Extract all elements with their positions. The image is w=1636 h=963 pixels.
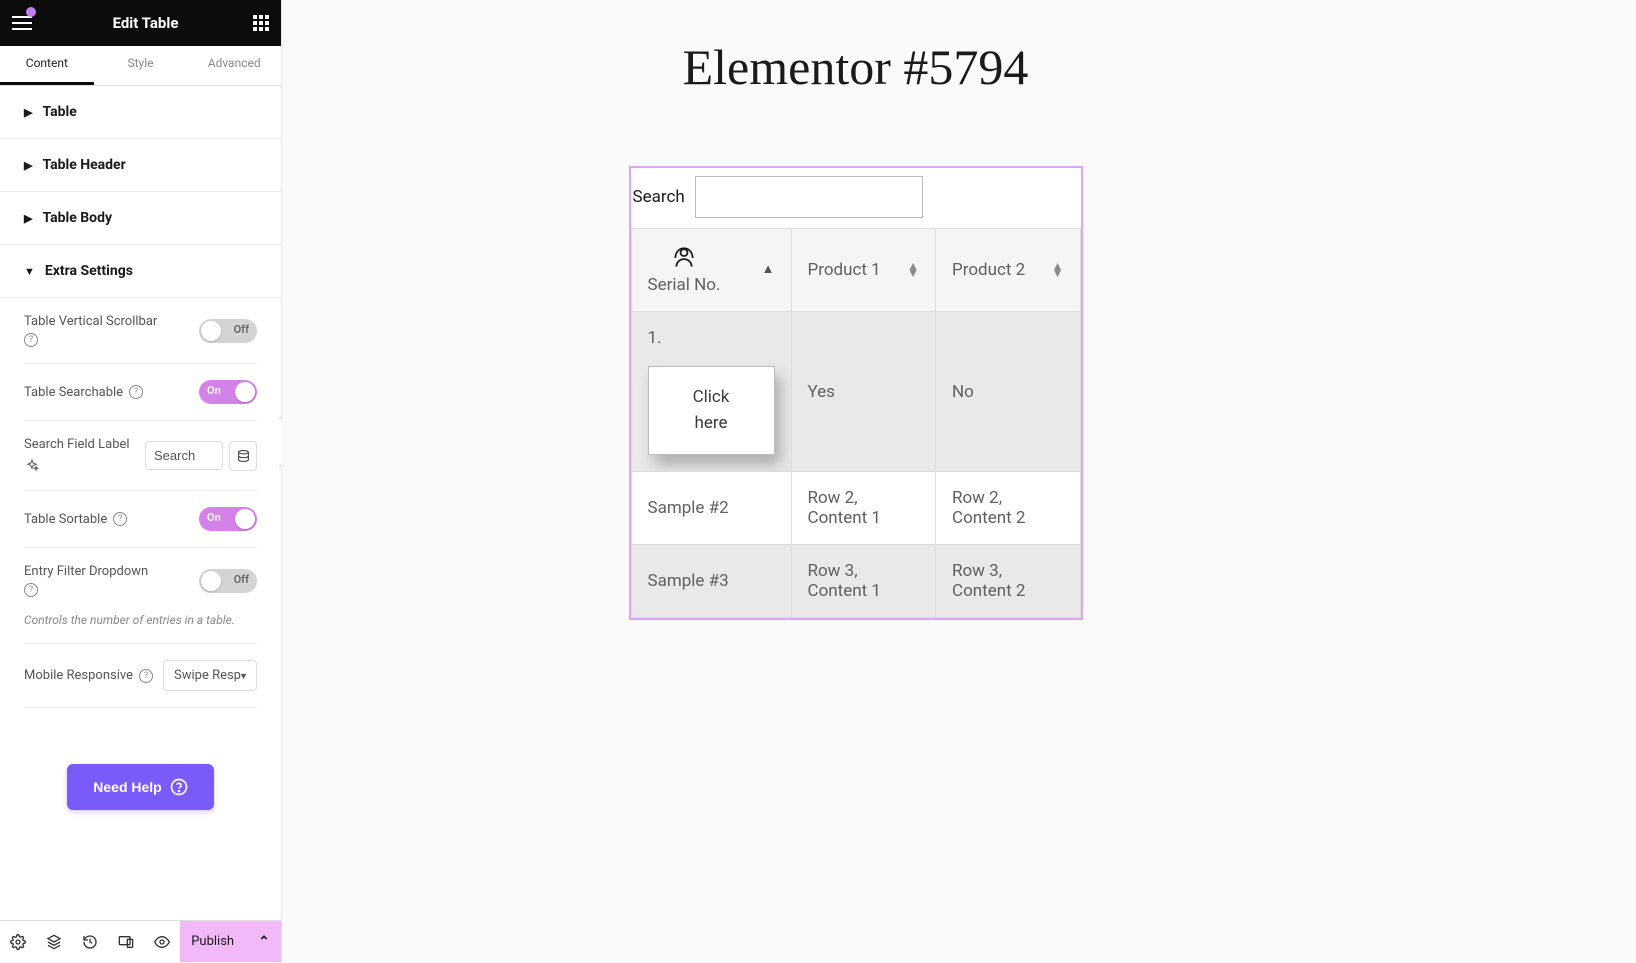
section-label: Table Body — [42, 210, 112, 226]
section-extra-settings[interactable]: ▼ Extra Settings — [0, 245, 281, 298]
chevron-up-icon: ⌃ — [258, 934, 270, 950]
toggle-sortable[interactable]: On — [199, 507, 257, 531]
menu-button[interactable] — [12, 10, 38, 36]
control-label: Table Searchable — [24, 385, 123, 400]
table-row: 1. Click here Yes No — [631, 312, 1080, 472]
control-label: Mobile Responsive — [24, 668, 133, 683]
section-label: Extra Settings — [45, 263, 133, 279]
dynamic-tags-button[interactable] — [229, 441, 257, 471]
control-hint: Controls the number of entries in a tabl… — [24, 613, 257, 644]
header-label: Serial No. — [648, 275, 721, 295]
user-icon — [671, 245, 697, 271]
table-widget[interactable]: Search Serial No. ▲ — [629, 166, 1083, 620]
section-label: Table Header — [42, 157, 125, 173]
column-header-serial[interactable]: Serial No. ▲ — [631, 229, 791, 312]
control-label: Table Sortable — [24, 512, 107, 527]
column-header-product2[interactable]: Product 2 ▲▼ — [936, 229, 1081, 312]
panel-title: Edit Table — [113, 14, 179, 32]
section-label: Table — [42, 104, 76, 120]
toggle-knob — [235, 509, 255, 529]
toggle-searchable[interactable]: On — [199, 380, 257, 404]
caret-right-icon: ▶ — [24, 159, 32, 172]
tab-style[interactable]: Style — [94, 46, 188, 85]
header-label: Product 1 — [808, 260, 881, 280]
help-icon[interactable]: ? — [129, 385, 143, 399]
toggle-state: Off — [234, 323, 249, 336]
cell-text: 1. — [648, 328, 775, 348]
widgets-grid-button[interactable] — [253, 15, 269, 31]
click-here-button[interactable]: Click here — [648, 366, 775, 455]
publish-button[interactable]: Publish ⌃ — [180, 921, 281, 962]
toggle-state: Off — [234, 573, 249, 586]
caret-down-icon: ▼ — [24, 265, 35, 278]
help-icon[interactable]: ? — [139, 669, 153, 683]
button-label: Need Help — [93, 779, 161, 795]
mobile-responsive-select[interactable]: Swipe Resp — [163, 660, 257, 691]
caret-right-icon: ▶ — [24, 106, 32, 119]
section-table-header[interactable]: ▶ Table Header — [0, 139, 281, 192]
tab-advanced[interactable]: Advanced — [187, 46, 281, 85]
section-table[interactable]: ▶ Table — [0, 86, 281, 139]
help-circle-icon — [170, 778, 188, 796]
sort-icon: ▲▼ — [907, 263, 919, 277]
table-row: Sample #2 Row 2, Content 1 Row 2, Conten… — [631, 472, 1080, 545]
toggle-knob — [201, 321, 221, 341]
page-title: Elementor #5794 — [282, 38, 1429, 96]
help-icon[interactable]: ? — [24, 583, 38, 597]
control-label: Entry Filter Dropdown — [24, 564, 148, 579]
cell-text: Sample #3 — [631, 545, 791, 618]
toggle-entry-filter[interactable]: Off — [199, 569, 257, 593]
cell-text: Row 3, Content 1 — [791, 545, 936, 618]
control-label: Table Vertical Scrollbar — [24, 314, 157, 329]
responsive-button[interactable] — [108, 921, 144, 963]
section-table-body[interactable]: ▶ Table Body — [0, 192, 281, 245]
cell-text: No — [936, 312, 1081, 472]
table-row: Sample #3 Row 3, Content 1 Row 3, Conten… — [631, 545, 1080, 618]
need-help-button[interactable]: Need Help — [67, 764, 213, 810]
sort-icon: ▲▼ — [1052, 263, 1064, 277]
column-header-product1[interactable]: Product 1 ▲▼ — [791, 229, 936, 312]
select-value: Swipe Resp — [174, 668, 241, 683]
help-icon[interactable]: ? — [24, 333, 38, 347]
cell-text: Row 3, Content 2 — [936, 545, 1081, 618]
header-label: Product 2 — [952, 260, 1025, 280]
history-button[interactable] — [72, 921, 108, 963]
settings-button[interactable] — [0, 921, 36, 963]
search-label: Search — [633, 187, 685, 207]
control-label: Search Field Label — [24, 437, 130, 452]
toggle-vertical-scrollbar[interactable]: Off — [199, 319, 257, 343]
toggle-state: On — [207, 511, 221, 524]
table-search-input[interactable] — [695, 176, 923, 218]
navigator-button[interactable] — [36, 921, 72, 963]
toggle-knob — [235, 382, 255, 402]
notification-dot — [26, 7, 36, 17]
caret-right-icon: ▶ — [24, 212, 32, 225]
ai-icon[interactable] — [24, 458, 40, 474]
tab-content[interactable]: Content — [0, 46, 94, 85]
toggle-state: On — [207, 384, 221, 397]
cell-text: Yes — [791, 312, 936, 472]
search-field-label-input[interactable] — [145, 441, 223, 470]
help-icon[interactable]: ? — [113, 512, 127, 526]
cell-text: Row 2, Content 1 — [791, 472, 936, 545]
toggle-knob — [201, 571, 221, 591]
preview-button[interactable] — [144, 921, 180, 963]
sort-asc-icon: ▲ — [762, 266, 775, 274]
cell-text: Row 2, Content 2 — [936, 472, 1081, 545]
cell-text: Sample #2 — [631, 472, 791, 545]
publish-label: Publish — [191, 934, 234, 949]
